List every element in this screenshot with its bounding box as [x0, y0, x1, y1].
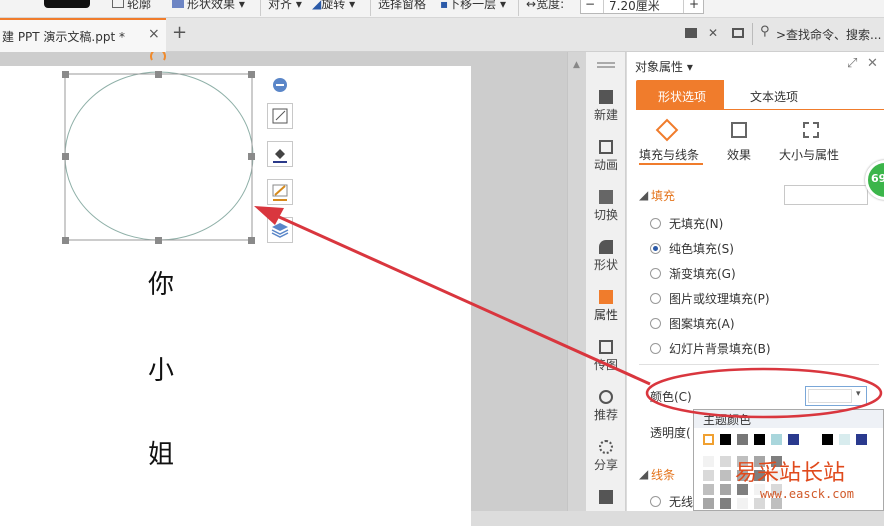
annotation-arrow	[267, 210, 651, 386]
annotation-ellipse	[645, 367, 883, 419]
arrow-head-icon	[254, 206, 284, 225]
watermark-url: www.easck.com	[760, 487, 854, 501]
watermark-title: 易采站长站	[735, 461, 846, 486]
annotation-layer	[254, 206, 883, 419]
